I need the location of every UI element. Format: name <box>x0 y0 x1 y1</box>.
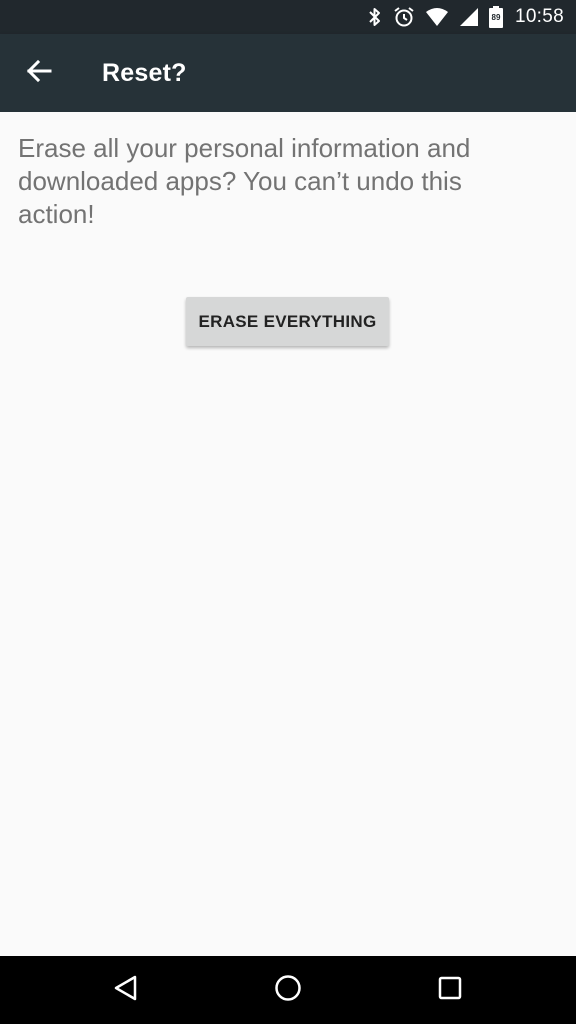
home-circle-icon <box>274 974 302 1007</box>
screen: 89 10:58 Reset? Erase all your personal … <box>0 0 576 1024</box>
wifi-icon <box>425 7 449 27</box>
battery-level: 89 <box>491 13 501 22</box>
back-button[interactable] <box>22 57 56 89</box>
recents-square-icon <box>438 976 462 1005</box>
nav-recents-button[interactable] <box>430 970 470 1010</box>
status-icons: 89 10:58 <box>367 0 564 34</box>
alarm-icon <box>393 6 415 28</box>
warning-message: Erase all your personal information and … <box>18 133 471 229</box>
bluetooth-icon <box>367 7 383 27</box>
page-title: Reset? <box>102 59 187 87</box>
main-content: Erase all your personal information and … <box>0 112 576 956</box>
arrow-left-icon <box>26 59 52 88</box>
app-bar: Reset? <box>0 34 576 112</box>
battery-icon: 89 <box>488 6 503 28</box>
erase-everything-button[interactable]: ERASE EVERYTHING <box>186 297 389 346</box>
status-bar: 89 10:58 <box>0 0 576 34</box>
back-triangle-icon <box>113 974 139 1007</box>
navigation-bar <box>0 956 576 1024</box>
nav-home-button[interactable] <box>268 970 308 1010</box>
status-time: 10:58 <box>514 6 564 27</box>
nav-back-button[interactable] <box>106 970 146 1010</box>
cell-signal-icon <box>459 7 479 27</box>
